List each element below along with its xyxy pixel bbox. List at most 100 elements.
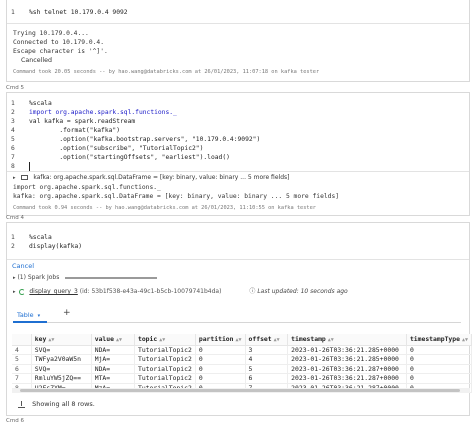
cell-timestamp: 2023-01-26T03:36:21.287+0000 — [287, 364, 407, 374]
line-number: 1 — [11, 100, 15, 107]
tab-table[interactable]: Table ▾ — [13, 309, 47, 323]
table-row: 4 SVQ= NDA= TutorialTopic2 0 3 2023-01-2… — [12, 345, 473, 355]
divider — [7, 259, 469, 260]
line-number: 2 — [11, 243, 15, 250]
line-number: 4 — [11, 127, 15, 134]
output-line: Trying 10.179.0.4... — [13, 30, 89, 37]
cell-partition: 0 — [195, 345, 246, 355]
cell-telnet[interactable]: 1 %sh telnet 10.179.0.4 9092 Trying 10.1… — [6, 0, 470, 82]
table-row: 6 SVQ= NDA= TutorialTopic2 0 5 2023-01-2… — [12, 364, 473, 374]
row-count-text: Showing all 8 rows. — [32, 400, 95, 408]
streaming-query-row[interactable]: ▸ display_query_3 (id: 53b1f538-e43a-49c… — [13, 286, 348, 295]
code-editor[interactable]: 1 2 3 4 5 6 7 8 %scala import org.apache… — [7, 93, 469, 171]
cell-label: Cmd 4 — [6, 215, 24, 221]
output-line: Escape character is '^]'. — [13, 48, 108, 55]
chevron-down-icon[interactable]: ▾ — [38, 313, 41, 319]
line-number: 1 — [11, 234, 15, 241]
code-line: .option("startingOffsets", "earliest").l… — [29, 154, 230, 161]
output-line: import org.apache.spark.sql.functions._ — [13, 184, 161, 191]
cell-timestamptype: 0 — [406, 373, 473, 384]
line-number: 8 — [11, 163, 15, 170]
cell-label: Cmd 5 — [6, 85, 24, 91]
code-line: %scala — [29, 100, 52, 107]
text-cursor — [29, 162, 30, 171]
dataframe-summary[interactable]: ▸ kafka: org.apache.spark.sql.DataFrame … — [13, 173, 289, 182]
line-number: 5 — [11, 136, 15, 143]
cell-value: MTA= — [91, 373, 135, 384]
cell-readstream[interactable]: 1 2 3 4 5 6 7 8 %scala import org.apache… — [6, 92, 470, 216]
sort-icon: ▲▼ — [48, 337, 55, 344]
code-editor[interactable]: 1 %sh telnet 10.179.0.4 9092 — [7, 0, 469, 19]
row-index: 5 — [12, 354, 32, 365]
cell-key: SVQ= — [31, 364, 92, 374]
column-header-offset[interactable]: offset ▲▼ — [245, 334, 289, 346]
cell-topic: TutorialTopic2 — [134, 373, 196, 384]
cell-offset: 5 — [245, 364, 289, 374]
sort-icon: ▲▼ — [115, 337, 122, 344]
column-header-timestamp[interactable]: timestamp ▲▼ — [287, 334, 407, 346]
running-status-icon — [19, 288, 26, 295]
cell-value: NDA= — [91, 364, 135, 374]
cell-label: Cmd 6 — [6, 418, 24, 424]
cell-value: NDA= — [91, 345, 135, 355]
code-line: %sh telnet 10.179.0.4 9092 — [29, 9, 128, 16]
spark-jobs-toggle[interactable]: ▸ (1) Spark Jobs — [13, 274, 158, 281]
cell-offset: 6 — [245, 373, 289, 384]
last-updated: Last updated: 10 seconds ago — [257, 288, 348, 295]
cell-partition: 0 — [195, 364, 246, 374]
command-footer: Command took 0.94 seconds -- by hao.wang… — [13, 205, 316, 211]
cell-timestamptype: 0 — [406, 364, 473, 374]
row-index: 4 — [12, 345, 32, 355]
table-header-row: key ▲▼ value ▲▼ topic ▲▼ partition ▲▼ offset… — [12, 334, 473, 346]
expand-arrow-icon[interactable]: ▸ — [13, 175, 16, 181]
column-header-topic[interactable]: topic ▲▼ — [134, 334, 196, 346]
sort-icon: ▲▼ — [159, 337, 166, 344]
info-icon[interactable]: ⓘ — [249, 288, 255, 295]
cell-key: RmluYW5jZQ== — [31, 373, 92, 384]
column-header-key[interactable]: key ▲▼ — [31, 334, 92, 346]
line-number: 1 — [11, 9, 15, 16]
horizontal-scrollbar[interactable] — [12, 388, 470, 393]
spark-jobs-label: (1) Spark Jobs — [17, 274, 60, 281]
expand-arrow-icon[interactable]: ▸ — [13, 275, 16, 281]
code-line: .option("kafka.bootstrap.servers", "10.1… — [29, 136, 261, 143]
row-index: 7 — [12, 373, 32, 384]
cell-topic: TutorialTopic2 — [134, 345, 196, 355]
line-number: 6 — [11, 145, 15, 152]
column-header-timestamptype[interactable]: timestampType ▲▼ — [406, 334, 473, 346]
scrollbar-thumb[interactable] — [20, 389, 460, 392]
divider — [7, 171, 469, 172]
cell-key: TWFya2V0aW5n — [31, 354, 92, 365]
output-line: kafka: org.apache.spark.sql.DataFrame = … — [13, 193, 340, 200]
code-line: %scala — [29, 234, 52, 241]
table-row: 5 TWFya2V0aW5n MjA= TutorialTopic2 0 4 2… — [12, 354, 473, 365]
cell-timestamp: 2023-01-26T03:36:21.285+0000 — [287, 354, 407, 365]
code-line: .format("kafka") — [29, 127, 120, 134]
table-footer: Showing all 8 rows. — [18, 400, 95, 408]
cancelled-status: Cancelled — [21, 57, 52, 64]
code-line: import org.apache.spark.sql.functions._ — [29, 109, 177, 116]
sort-icon: ▲▼ — [327, 337, 334, 344]
cell-partition: 0 — [195, 373, 246, 384]
sort-icon: ▲▼ — [461, 337, 468, 344]
code-line: .option("subscribe", "TutorialTopic2") — [29, 145, 204, 152]
cell-key: SVQ= — [31, 345, 92, 355]
cell-timestamptype: 0 — [406, 354, 473, 365]
code-editor[interactable]: 1 2 %scala display(kafka) — [7, 223, 469, 257]
tab-table-label: Table — [17, 311, 34, 319]
dataframe-summary-text: kafka: org.apache.spark.sql.DataFrame = … — [33, 174, 290, 181]
line-number: 7 — [11, 154, 15, 161]
cancel-link[interactable]: Cancel — [12, 262, 34, 270]
line-number: 2 — [11, 109, 15, 116]
table-icon — [21, 175, 29, 180]
column-header-value[interactable]: value ▲▼ — [91, 334, 135, 346]
download-icon[interactable] — [18, 400, 25, 408]
cell-partition: 0 — [195, 354, 246, 365]
add-tab-button[interactable]: + — [63, 308, 71, 318]
column-header — [12, 334, 32, 346]
cell-timestamptype: 0 — [406, 345, 473, 355]
column-header-partition[interactable]: partition ▲▼ — [195, 334, 246, 346]
sort-icon: ▲▼ — [235, 337, 242, 344]
query-name[interactable]: display_query_3 — [29, 288, 77, 295]
expand-arrow-icon[interactable]: ▸ — [13, 289, 16, 295]
